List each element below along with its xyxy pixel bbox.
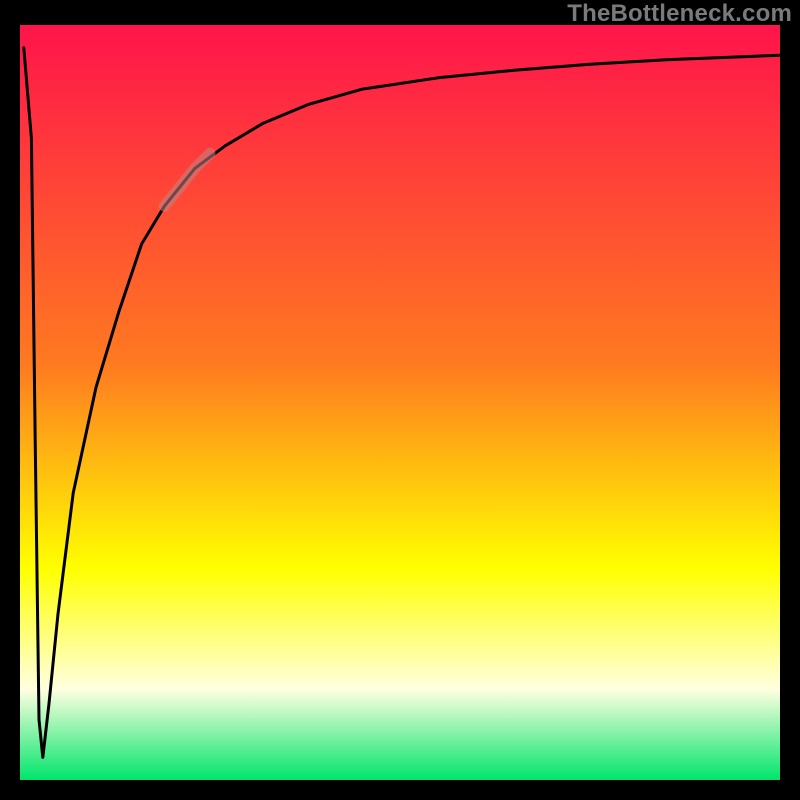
watermark-text: TheBottleneck.com [567,0,792,28]
bottleneck-chart [0,0,800,800]
chart-background [20,25,780,780]
stage: TheBottleneck.com [0,0,800,800]
